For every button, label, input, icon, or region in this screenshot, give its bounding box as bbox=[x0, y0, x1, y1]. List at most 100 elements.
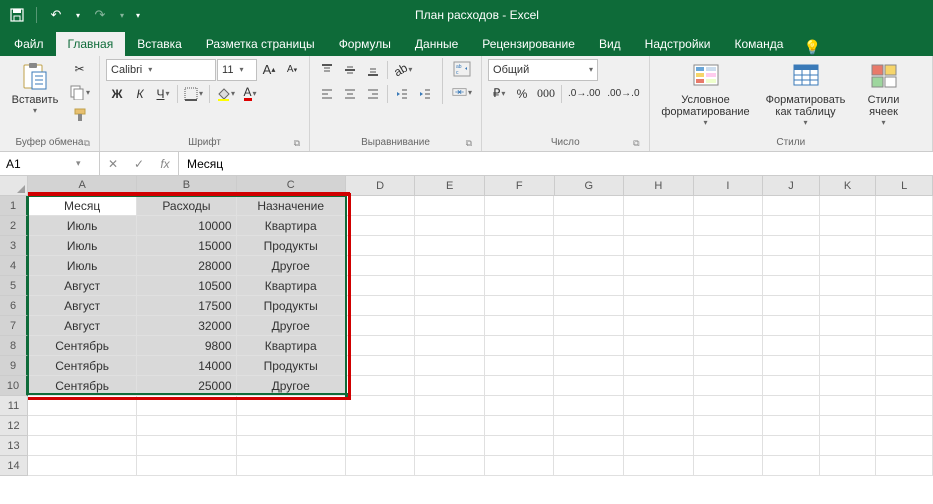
cell[interactable] bbox=[876, 356, 933, 376]
row-header[interactable]: 4 bbox=[0, 256, 28, 276]
cell[interactable] bbox=[876, 456, 933, 476]
wrap-text-button[interactable]: abc bbox=[449, 58, 475, 80]
cell[interactable] bbox=[624, 296, 694, 316]
cell[interactable] bbox=[624, 396, 694, 416]
cell[interactable] bbox=[554, 276, 624, 296]
row-header[interactable]: 2 bbox=[0, 216, 28, 236]
cell[interactable]: Сентябрь bbox=[28, 336, 137, 356]
tab-view[interactable]: Вид bbox=[587, 32, 633, 56]
cell-styles-button[interactable]: Стили ячеек ▾ bbox=[856, 58, 912, 129]
number-launcher[interactable]: ⧉ bbox=[630, 138, 642, 149]
cell[interactable] bbox=[237, 396, 346, 416]
cell[interactable] bbox=[346, 256, 416, 276]
tab-insert[interactable]: Вставка bbox=[125, 32, 194, 56]
cell[interactable] bbox=[346, 456, 416, 476]
name-box-input[interactable] bbox=[6, 157, 76, 171]
col-header-J[interactable]: J bbox=[763, 176, 820, 196]
cells-area[interactable]: МесяцРасходыНазначениеИюль10000КвартираИ… bbox=[28, 196, 933, 476]
cell[interactable] bbox=[237, 416, 346, 436]
cell[interactable] bbox=[346, 376, 416, 396]
cell[interactable] bbox=[415, 276, 485, 296]
cell[interactable] bbox=[763, 396, 820, 416]
decrease-indent-button[interactable] bbox=[391, 83, 413, 105]
cell[interactable] bbox=[346, 216, 416, 236]
cell[interactable] bbox=[137, 456, 236, 476]
cell[interactable]: 14000 bbox=[137, 356, 236, 376]
row-header[interactable]: 9 bbox=[0, 356, 28, 376]
underline-button[interactable]: Ч▾ bbox=[152, 83, 174, 105]
cell[interactable]: Назначение bbox=[237, 196, 346, 216]
cell[interactable] bbox=[694, 336, 764, 356]
cell[interactable] bbox=[763, 296, 820, 316]
cell[interactable] bbox=[554, 396, 624, 416]
cell[interactable] bbox=[415, 416, 485, 436]
cell[interactable]: 9800 bbox=[137, 336, 236, 356]
cell[interactable] bbox=[763, 436, 820, 456]
cell[interactable]: Июль bbox=[28, 216, 137, 236]
cell[interactable]: 17500 bbox=[137, 296, 236, 316]
cell[interactable] bbox=[876, 276, 933, 296]
cell[interactable] bbox=[624, 456, 694, 476]
cell[interactable] bbox=[876, 316, 933, 336]
cell[interactable] bbox=[485, 456, 555, 476]
font-size-combo[interactable]: 11▾ bbox=[217, 59, 257, 81]
redo-dropdown[interactable]: ▾ bbox=[115, 2, 129, 28]
cell[interactable] bbox=[554, 256, 624, 276]
cell[interactable] bbox=[820, 336, 877, 356]
align-bottom-button[interactable] bbox=[362, 59, 384, 81]
cell[interactable] bbox=[485, 436, 555, 456]
cell[interactable]: 28000 bbox=[137, 256, 236, 276]
cell[interactable] bbox=[763, 196, 820, 216]
cell[interactable] bbox=[694, 256, 764, 276]
cell[interactable] bbox=[485, 276, 555, 296]
cell[interactable] bbox=[763, 356, 820, 376]
cell[interactable] bbox=[485, 396, 555, 416]
tab-review[interactable]: Рецензирование bbox=[470, 32, 587, 56]
cell[interactable]: Июль bbox=[28, 236, 137, 256]
cell[interactable] bbox=[694, 196, 764, 216]
cell[interactable] bbox=[624, 356, 694, 376]
cell[interactable] bbox=[694, 276, 764, 296]
col-header-I[interactable]: I bbox=[694, 176, 764, 196]
cell[interactable] bbox=[237, 456, 346, 476]
cell[interactable] bbox=[237, 436, 346, 456]
font-launcher[interactable]: ⧉ bbox=[291, 138, 303, 149]
format-painter-button[interactable] bbox=[66, 104, 93, 126]
cell[interactable] bbox=[346, 296, 416, 316]
cell[interactable] bbox=[346, 356, 416, 376]
cell[interactable] bbox=[346, 396, 416, 416]
enter-formula-button[interactable]: ✓ bbox=[126, 157, 152, 171]
cell[interactable] bbox=[763, 276, 820, 296]
row-header[interactable]: 12 bbox=[0, 416, 28, 436]
cell[interactable] bbox=[820, 196, 877, 216]
cancel-formula-button[interactable]: ✕ bbox=[100, 157, 126, 171]
cell[interactable]: Продукты bbox=[237, 236, 346, 256]
row-header[interactable]: 13 bbox=[0, 436, 28, 456]
cell[interactable] bbox=[694, 356, 764, 376]
insert-function-button[interactable]: fx bbox=[152, 157, 178, 171]
cell[interactable] bbox=[554, 376, 624, 396]
formula-input[interactable] bbox=[179, 152, 933, 175]
cell[interactable] bbox=[763, 236, 820, 256]
increase-decimal-button[interactable]: .0→.00 bbox=[565, 83, 603, 105]
tab-formulas[interactable]: Формулы bbox=[327, 32, 403, 56]
borders-button[interactable]: ▾ bbox=[181, 83, 206, 105]
cell[interactable] bbox=[820, 416, 877, 436]
cell[interactable] bbox=[346, 336, 416, 356]
cell[interactable]: 10500 bbox=[137, 276, 236, 296]
col-header-H[interactable]: H bbox=[624, 176, 694, 196]
cell[interactable]: Июль bbox=[28, 256, 137, 276]
row-header[interactable]: 3 bbox=[0, 236, 28, 256]
undo-dropdown[interactable]: ▾ bbox=[71, 2, 85, 28]
tab-home[interactable]: Главная bbox=[56, 32, 126, 56]
cell[interactable] bbox=[415, 316, 485, 336]
cell[interactable] bbox=[346, 436, 416, 456]
cell[interactable] bbox=[820, 276, 877, 296]
decrease-font-button[interactable]: A▾ bbox=[281, 59, 303, 81]
qat-customize[interactable]: ▾ bbox=[131, 2, 145, 28]
cell[interactable]: 15000 bbox=[137, 236, 236, 256]
col-header-E[interactable]: E bbox=[415, 176, 485, 196]
tab-data[interactable]: Данные bbox=[403, 32, 470, 56]
cell[interactable] bbox=[763, 256, 820, 276]
cell[interactable] bbox=[694, 396, 764, 416]
